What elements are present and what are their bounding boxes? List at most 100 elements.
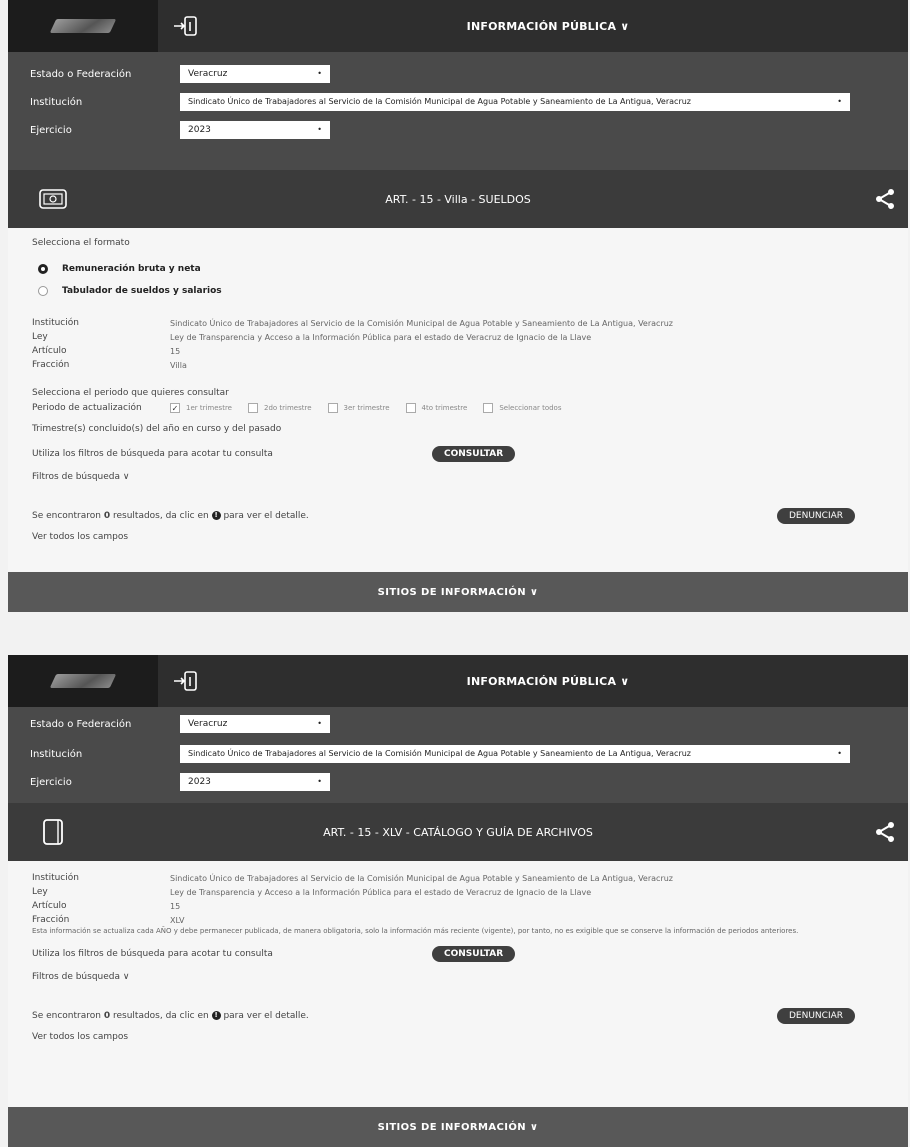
- ver-todos-link[interactable]: Ver todos los campos: [32, 532, 908, 542]
- institucion-label: Institución: [30, 748, 83, 760]
- period-option: 1er trimestre: [186, 404, 232, 412]
- detail-ley-value: Ley de Transparencia y Acceso a la Infor…: [170, 332, 592, 342]
- format-option-label: Tabulador de sueldos y salarios: [62, 286, 222, 296]
- ejercicio-select[interactable]: 2023 •: [180, 121, 330, 139]
- institucion-value: Sindicato Único de Trabajadores al Servi…: [188, 749, 691, 758]
- ejercicio-value: 2023: [188, 125, 211, 135]
- checkbox-2do-icon[interactable]: [247, 403, 258, 413]
- top-navbar: INFORMACIÓN PÚBLICA ∨: [8, 0, 908, 52]
- results-count: 0: [103, 1011, 111, 1021]
- results-prefix: Se encontraron: [32, 1011, 101, 1021]
- ejercicio-label: Ejercicio: [30, 776, 72, 788]
- sitios-informacion-menu[interactable]: SITIOS DE INFORMACIÓN ∨: [8, 572, 908, 612]
- format-option-label: Remuneración bruta y neta: [62, 264, 201, 274]
- format-option-tabulador[interactable]: Tabulador de sueldos y salarios: [32, 280, 908, 302]
- filters-area: Estado o Federación Veracruz • Instituci…: [8, 707, 908, 803]
- detail-articulo-value: 15: [170, 901, 181, 911]
- period-prompt: Selecciona el periodo que quieres consul…: [32, 388, 229, 398]
- detail-articulo-value: 15: [170, 346, 181, 356]
- format-option-remuneracion[interactable]: Remuneración bruta y neta: [32, 258, 908, 280]
- sitios-informacion-menu[interactable]: SITIOS DE INFORMACIÓN ∨: [8, 1107, 908, 1147]
- ejercicio-select[interactable]: 2023 •: [180, 773, 330, 791]
- section-title: ART. - 15 - XLV - CATÁLOGO Y GUÍA DE ARC…: [323, 825, 593, 839]
- informacion-publica-menu[interactable]: INFORMACIÓN PÚBLICA ∨: [158, 20, 908, 33]
- detail-articulo-key: Artículo: [32, 901, 67, 911]
- caret-down-icon: •: [837, 749, 842, 758]
- panel-sueldos: INFORMACIÓN PÚBLICA ∨ Estado o Federació…: [8, 0, 908, 612]
- consultar-button[interactable]: CONSULTAR: [432, 946, 516, 962]
- logo: [8, 0, 158, 52]
- institucion-value: Sindicato Único de Trabajadores al Servi…: [188, 97, 691, 106]
- checkbox-1er-checked-icon[interactable]: ✓: [170, 403, 180, 413]
- institucion-label: Institución: [30, 96, 83, 108]
- results-count: 0: [103, 511, 111, 521]
- estado-select[interactable]: Veracruz •: [180, 715, 330, 733]
- filters-area: Estado o Federación Veracruz • Instituci…: [8, 52, 908, 170]
- ver-todos-link[interactable]: Ver todos los campos: [32, 1032, 908, 1042]
- filter-hint: Utiliza los filtros de búsqueda para aco…: [32, 449, 273, 459]
- detail-articulo-key: Artículo: [32, 346, 67, 356]
- period-option: 3er trimestre: [343, 404, 390, 412]
- detail-institucion-key: Institución: [32, 318, 79, 328]
- document-icon: [43, 819, 63, 845]
- caret-down-icon: •: [317, 777, 322, 786]
- period-option: Seleccionar todos: [499, 404, 562, 412]
- estado-select[interactable]: Veracruz •: [180, 65, 330, 83]
- section-title: ART. - 15 - Villa - SUELDOS: [385, 192, 531, 206]
- estado-label: Estado o Federación: [30, 718, 132, 730]
- top-navbar: INFORMACIÓN PÚBLICA ∨: [8, 655, 908, 707]
- detail-fraccion-value: XLV: [170, 915, 185, 925]
- estado-label: Estado o Federación: [30, 68, 132, 80]
- period-option: 2do trimestre: [263, 404, 312, 412]
- detail-institucion-key: Institución: [32, 873, 79, 883]
- period-option: 4to trimestre: [421, 404, 468, 412]
- results-mid: resultados, da clic en: [112, 511, 209, 521]
- detail-institucion-value: Sindicato Único de Trabajadores al Servi…: [170, 318, 673, 328]
- institucion-select[interactable]: Sindicato Único de Trabajadores al Servi…: [180, 93, 850, 111]
- checkbox-4to-icon[interactable]: [405, 403, 416, 413]
- informacion-publica-menu[interactable]: INFORMACIÓN PÚBLICA ∨: [158, 675, 908, 688]
- format-label: Selecciona el formato: [32, 238, 130, 248]
- logo: [8, 655, 158, 707]
- institucion-select[interactable]: Sindicato Único de Trabajadores al Servi…: [180, 745, 850, 763]
- consultar-button[interactable]: CONSULTAR: [432, 446, 516, 462]
- results-mid: resultados, da clic en: [112, 1011, 209, 1021]
- caret-down-icon: •: [317, 719, 322, 728]
- caret-down-icon: •: [317, 69, 322, 78]
- detail-institucion-value: Sindicato Único de Trabajadores al Servi…: [170, 873, 673, 883]
- detail-ley-key: Ley: [32, 887, 48, 897]
- section-body: Selecciona el formato Remuneración bruta…: [8, 228, 908, 542]
- section-header: ART. - 15 - Villa - SUELDOS: [8, 170, 908, 228]
- results-text: Se encontraron 0 resultados, da clic en …: [32, 1011, 309, 1021]
- radio-selected-icon[interactable]: [38, 264, 48, 274]
- detail-fraccion-value: Villa: [170, 360, 187, 370]
- login-icon[interactable]: [172, 669, 198, 693]
- checkbox-todos-icon[interactable]: [483, 403, 494, 413]
- section-body: Institución Sindicato Único de Trabajador…: [8, 861, 908, 1042]
- results-text: Se encontraron 0 resultados, da clic en …: [32, 511, 309, 521]
- info-icon: !: [211, 1011, 221, 1020]
- trimestres-note: Trimestre(s) concluido(s) del año en cur…: [32, 424, 282, 434]
- denunciar-button[interactable]: DENUNCIAR: [777, 508, 856, 524]
- estado-value: Veracruz: [188, 69, 228, 79]
- caret-down-icon: •: [837, 97, 842, 106]
- panel-catalogo: INFORMACIÓN PÚBLICA ∨ Estado o Federació…: [8, 655, 908, 1147]
- share-icon[interactable]: [874, 188, 896, 210]
- ejercicio-value: 2023: [188, 777, 211, 787]
- filter-hint: Utiliza los filtros de búsqueda para aco…: [32, 949, 273, 959]
- radio-icon[interactable]: [38, 286, 48, 296]
- filtros-busqueda-toggle[interactable]: Filtros de búsqueda ∨: [32, 972, 908, 982]
- login-icon[interactable]: [172, 14, 198, 38]
- share-icon[interactable]: [874, 821, 896, 843]
- estado-value: Veracruz: [188, 719, 228, 729]
- results-suffix: para ver el detalle.: [223, 511, 309, 521]
- checkbox-3er-icon[interactable]: [327, 403, 338, 413]
- money-icon: [39, 189, 67, 209]
- period-label: Periodo de actualización: [32, 403, 142, 413]
- detail-ley-key: Ley: [32, 332, 48, 342]
- update-note: Esta información se actualiza cada AÑO y…: [32, 927, 799, 935]
- filtros-busqueda-toggle[interactable]: Filtros de búsqueda ∨: [32, 472, 908, 482]
- section-header: ART. - 15 - XLV - CATÁLOGO Y GUÍA DE ARC…: [8, 803, 908, 861]
- denunciar-button[interactable]: DENUNCIAR: [777, 1008, 856, 1024]
- detail-ley-value: Ley de Transparencia y Acceso a la Infor…: [170, 887, 592, 897]
